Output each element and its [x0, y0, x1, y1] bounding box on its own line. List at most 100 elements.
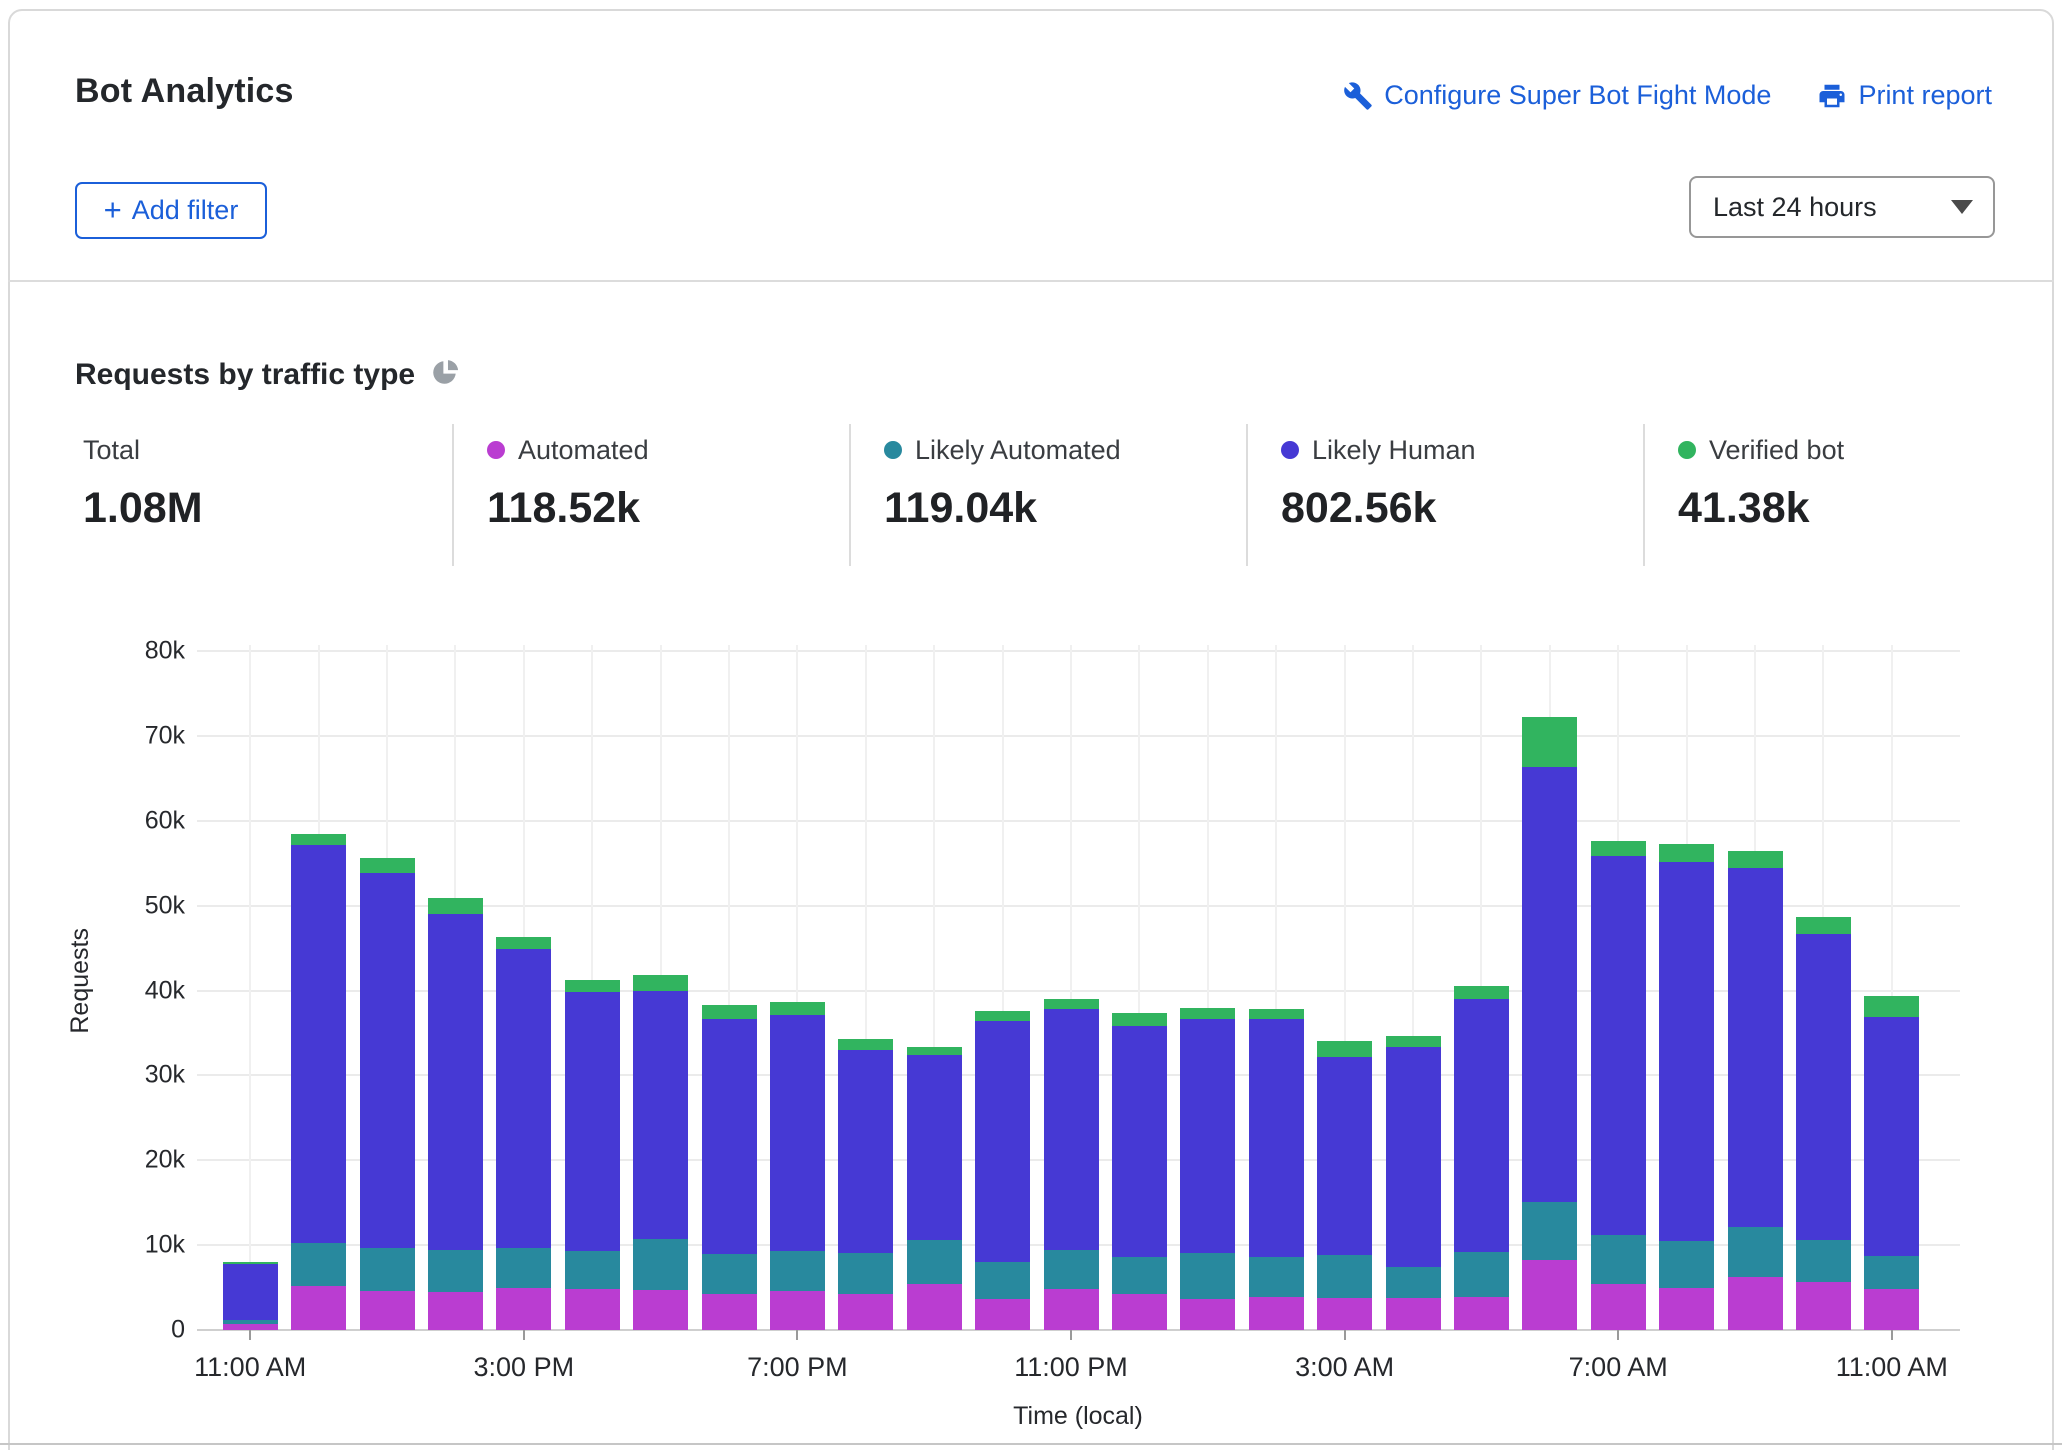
bar-segment-automated[interactable] [1044, 1289, 1099, 1330]
print-report-link[interactable]: Print report [1817, 80, 1992, 111]
bar-9-00-pm[interactable] [907, 1047, 962, 1330]
bar-segment-automated[interactable] [1112, 1294, 1167, 1330]
bar-segment-likely-automated[interactable] [496, 1248, 551, 1288]
bar-7-00-pm[interactable] [770, 1002, 825, 1330]
bar-6-00-am[interactable] [1522, 717, 1577, 1330]
bar-segment-automated[interactable] [1522, 1260, 1577, 1330]
bar-8-00-pm[interactable] [838, 1039, 893, 1330]
bar-segment-likely-human[interactable] [907, 1055, 962, 1240]
bar-segment-automated[interactable] [360, 1291, 415, 1330]
bar-segment-likely-automated[interactable] [428, 1250, 483, 1292]
bar-4-00-pm[interactable] [565, 980, 620, 1331]
bar-segment-likely-automated[interactable] [291, 1243, 346, 1285]
bar-segment-automated[interactable] [565, 1289, 620, 1330]
bar-segment-automated[interactable] [428, 1292, 483, 1330]
bar-segment-likely-human[interactable] [1180, 1019, 1235, 1253]
bar-segment-automated[interactable] [1728, 1277, 1783, 1330]
bar-segment-likely-human[interactable] [975, 1021, 1030, 1262]
bar-segment-verified-bot[interactable] [1659, 844, 1714, 862]
bar-segment-likely-automated[interactable] [907, 1240, 962, 1284]
bar-segment-automated[interactable] [496, 1288, 551, 1330]
bar-segment-likely-automated[interactable] [1317, 1255, 1372, 1297]
bar-segment-automated[interactable] [1180, 1299, 1235, 1330]
bar-1-00-am[interactable] [1180, 1008, 1235, 1331]
bar-segment-likely-human[interactable] [1044, 1009, 1099, 1250]
bar-segment-verified-bot[interactable] [1591, 841, 1646, 856]
bar-segment-verified-bot[interactable] [360, 858, 415, 872]
bar-segment-verified-bot[interactable] [1864, 996, 1919, 1017]
bar-segment-verified-bot[interactable] [1728, 851, 1783, 868]
bar-5-00-pm[interactable] [633, 975, 688, 1330]
bar-segment-automated[interactable] [1659, 1288, 1714, 1330]
bar-segment-verified-bot[interactable] [838, 1039, 893, 1050]
bar-segment-likely-automated[interactable] [1044, 1250, 1099, 1289]
bar-segment-verified-bot[interactable] [1112, 1013, 1167, 1026]
bar-segment-likely-automated[interactable] [1591, 1235, 1646, 1284]
bar-segment-automated[interactable] [633, 1290, 688, 1330]
bar-segment-likely-human[interactable] [1249, 1019, 1304, 1257]
bar-7-00-am[interactable] [1591, 841, 1646, 1330]
bar-segment-likely-automated[interactable] [702, 1254, 757, 1295]
bar-segment-likely-human[interactable] [702, 1019, 757, 1254]
bar-12-00-pm[interactable] [291, 834, 346, 1330]
bar-2-00-am[interactable] [1249, 1009, 1304, 1330]
bar-10-00-am[interactable] [1796, 917, 1851, 1330]
bar-segment-automated[interactable] [1317, 1298, 1372, 1330]
bar-segment-verified-bot[interactable] [565, 980, 620, 993]
bar-segment-likely-automated[interactable] [1522, 1202, 1577, 1261]
bar-12-00-am[interactable] [1112, 1013, 1167, 1330]
bar-segment-likely-automated[interactable] [975, 1262, 1030, 1299]
bar-segment-verified-bot[interactable] [1317, 1041, 1372, 1057]
bar-4-00-am[interactable] [1386, 1036, 1441, 1330]
bar-segment-likely-human[interactable] [428, 914, 483, 1250]
bar-segment-verified-bot[interactable] [1180, 1008, 1235, 1019]
bar-segment-automated[interactable] [291, 1286, 346, 1330]
bar-11-00-pm[interactable] [1044, 999, 1099, 1330]
time-range-select[interactable]: Last 24 hours [1689, 176, 1995, 238]
bar-9-00-am[interactable] [1728, 851, 1783, 1330]
bar-2-00-pm[interactable] [428, 898, 483, 1330]
bar-segment-verified-bot[interactable] [291, 834, 346, 845]
bar-segment-likely-automated[interactable] [1796, 1240, 1851, 1282]
bar-segment-automated[interactable] [1864, 1289, 1919, 1330]
bar-segment-likely-automated[interactable] [1454, 1252, 1509, 1297]
bar-segment-likely-human[interactable] [1522, 767, 1577, 1202]
bar-segment-likely-human[interactable] [1728, 868, 1783, 1227]
bar-segment-automated[interactable] [975, 1299, 1030, 1330]
bar-segment-automated[interactable] [1796, 1282, 1851, 1330]
bar-segment-verified-bot[interactable] [975, 1011, 1030, 1021]
bar-3-00-am[interactable] [1317, 1041, 1372, 1330]
bar-segment-likely-automated[interactable] [1659, 1241, 1714, 1288]
bar-11-00-am[interactable] [1864, 996, 1919, 1330]
bar-segment-verified-bot[interactable] [907, 1047, 962, 1055]
bar-segment-likely-human[interactable] [360, 873, 415, 1248]
bar-segment-likely-automated[interactable] [770, 1251, 825, 1291]
bar-segment-likely-human[interactable] [291, 845, 346, 1243]
bar-segment-automated[interactable] [1249, 1297, 1304, 1330]
bar-segment-likely-human[interactable] [1796, 934, 1851, 1240]
bar-segment-automated[interactable] [702, 1294, 757, 1330]
bar-segment-likely-automated[interactable] [1864, 1256, 1919, 1289]
bar-segment-likely-automated[interactable] [838, 1253, 893, 1295]
bar-segment-likely-automated[interactable] [1728, 1227, 1783, 1277]
bar-segment-verified-bot[interactable] [633, 975, 688, 990]
bar-segment-likely-automated[interactable] [1386, 1267, 1441, 1298]
bar-8-00-am[interactable] [1659, 844, 1714, 1330]
bar-segment-likely-human[interactable] [1386, 1047, 1441, 1267]
bar-segment-likely-automated[interactable] [633, 1239, 688, 1290]
bar-segment-likely-automated[interactable] [565, 1251, 620, 1289]
bar-segment-likely-human[interactable] [633, 991, 688, 1240]
bar-segment-verified-bot[interactable] [1249, 1009, 1304, 1019]
bar-segment-likely-human[interactable] [1112, 1026, 1167, 1257]
bar-segment-verified-bot[interactable] [1044, 999, 1099, 1009]
bar-segment-verified-bot[interactable] [1796, 917, 1851, 934]
bar-segment-likely-human[interactable] [565, 992, 620, 1251]
bar-segment-verified-bot[interactable] [1454, 986, 1509, 999]
bar-segment-automated[interactable] [770, 1291, 825, 1330]
bar-11-00-am[interactable] [223, 1262, 278, 1330]
bar-segment-likely-human[interactable] [1864, 1017, 1919, 1256]
add-filter-button[interactable]: + Add filter [75, 182, 267, 239]
configure-super-bot-fight-mode-link[interactable]: Configure Super Bot Fight Mode [1343, 80, 1771, 111]
bar-segment-likely-automated[interactable] [1249, 1257, 1304, 1297]
bar-3-00-pm[interactable] [496, 937, 551, 1330]
